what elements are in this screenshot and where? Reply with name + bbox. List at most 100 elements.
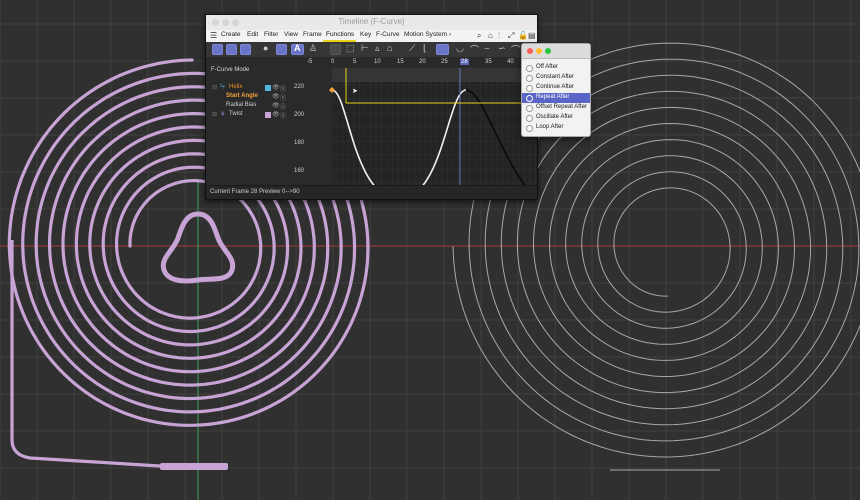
- tree-panel: F-Curve Mode ⊟ ⥲ Helix 👁 ⓢ Start Angle 👁…: [206, 57, 289, 185]
- menu-fcurve[interactable]: F-Curve: [376, 31, 399, 38]
- brush-icon[interactable]: ⌂: [387, 43, 392, 53]
- frame-selected-icon[interactable]: ⬚: [346, 43, 355, 54]
- ruler-tick: 5: [353, 59, 357, 65]
- option-oscillate-after[interactable]: Oscillate After: [522, 113, 590, 123]
- toolbar-timeline-mode-button[interactable]: [226, 44, 237, 55]
- frame-ruler[interactable]: -5 0 5 10 15 20 25 28 35 40: [288, 57, 537, 68]
- visibility-icon[interactable]: 👁: [272, 111, 280, 118]
- value-tick: 200: [294, 112, 305, 118]
- radio-icon: [526, 85, 533, 92]
- visibility-icon[interactable]: 👁: [272, 93, 280, 100]
- layer-color-swatch[interactable]: [265, 85, 271, 91]
- popup-close-button[interactable]: [527, 48, 533, 54]
- key-track: [332, 68, 537, 82]
- menu-frame[interactable]: Frame: [303, 31, 322, 38]
- hamburger-icon[interactable]: ☰: [210, 31, 217, 40]
- zoom-fit-icon[interactable]: ▵: [375, 43, 380, 54]
- toolbar-fcurve-mode-button[interactable]: [240, 44, 251, 55]
- timeline-toolbar: ● A ♙ ⬚ ⊢ ▵ ⌂ ⟋ ⌊ ◡ ⌒ ⌣ ∽ ⌒: [206, 42, 537, 58]
- option-repeat-after[interactable]: Repeat After: [522, 93, 590, 103]
- layout-icon[interactable]: ▤: [528, 31, 536, 40]
- ruler-tick: 15: [397, 59, 404, 65]
- ease-inout-icon[interactable]: ∽: [498, 43, 506, 54]
- radio-icon: [526, 105, 533, 112]
- lock-icon[interactable]: 🔓: [518, 31, 528, 40]
- toolbar-keyframe-mode-button[interactable]: [212, 44, 223, 55]
- solo-icon[interactable]: ⓢ: [280, 84, 286, 93]
- ruler-tick: 25: [441, 59, 448, 65]
- menu-functions[interactable]: Functions: [326, 31, 354, 38]
- popup-minimize-button[interactable]: [536, 48, 542, 54]
- expand-icon[interactable]: ⤢: [508, 31, 514, 41]
- option-off-after[interactable]: Off After: [522, 63, 590, 73]
- status-text: Current Frame 28 Preview 0-->90: [210, 189, 300, 195]
- tree-item-helix[interactable]: Helix: [229, 84, 242, 90]
- fcurve-graph[interactable]: 220 200 180 160 ➤: [288, 68, 537, 185]
- menu-key[interactable]: Key: [360, 31, 371, 38]
- popup-zoom-button[interactable]: [545, 48, 551, 54]
- ruler-tick: 10: [374, 59, 381, 65]
- current-frame-marker[interactable]: 28: [460, 59, 469, 65]
- menu-view[interactable]: View: [284, 31, 298, 38]
- helix-icon: ⥲: [220, 84, 225, 90]
- toolbar-key-button[interactable]: [330, 44, 341, 55]
- timeline-statusbar: Current Frame 28 Preview 0-->90: [206, 185, 537, 199]
- spline-alt-icon[interactable]: ⌒: [511, 43, 520, 56]
- value-tick: 160: [294, 168, 305, 174]
- expand-tree-icon[interactable]: ⊞: [212, 111, 217, 118]
- ruler-tick: 35: [485, 59, 492, 65]
- ruler-tick: 0: [331, 59, 335, 65]
- solo-icon[interactable]: ⓢ: [280, 111, 286, 120]
- solo-icon[interactable]: ⓢ: [280, 102, 286, 111]
- ruler-tick: 20: [419, 59, 426, 65]
- option-offset-repeat-after[interactable]: Offset Repeat After: [522, 103, 590, 113]
- popup-titlebar[interactable]: [522, 44, 590, 59]
- helix-tail: [10, 240, 161, 468]
- snap-icon[interactable]: ⊢: [361, 43, 369, 54]
- radio-selected-icon: [526, 95, 533, 102]
- ruler-tick: 40: [507, 59, 514, 65]
- menu-motion-system[interactable]: Motion System: [404, 31, 447, 38]
- after-behavior-popup[interactable]: Off After Constant After Continue After …: [521, 43, 591, 137]
- solo-icon[interactable]: ⓢ: [280, 93, 286, 102]
- option-continue-after[interactable]: Continue After: [522, 83, 590, 93]
- timeline-window[interactable]: Timeline (F-Curve) ☰ Create Edit Filter …: [205, 14, 538, 200]
- option-loop-after[interactable]: Loop After: [522, 123, 590, 133]
- spline-interp-button[interactable]: [436, 44, 449, 55]
- radio-icon: [526, 75, 533, 82]
- ruler-tick: -5: [307, 59, 313, 65]
- ease-in-icon[interactable]: ⌒: [470, 43, 479, 56]
- ease-interp-icon[interactable]: ◡: [456, 43, 464, 54]
- window-title: Timeline (F-Curve): [338, 17, 405, 26]
- timeline-titlebar[interactable]: Timeline (F-Curve): [206, 15, 537, 31]
- attribute-a-icon: A: [294, 43, 301, 53]
- tree-item-twist[interactable]: Twist: [229, 111, 243, 117]
- menu-overflow[interactable]: ›: [449, 31, 451, 38]
- value-tick: 220: [294, 84, 305, 90]
- menu-create[interactable]: Create: [221, 31, 241, 38]
- twist-icon: ⚘: [220, 112, 226, 118]
- toolbar-sort-button[interactable]: [276, 44, 287, 55]
- layer-color-swatch[interactable]: [265, 112, 271, 118]
- menu-filter[interactable]: Filter: [264, 31, 278, 38]
- step-interp-icon[interactable]: ⌊: [423, 43, 427, 54]
- linear-interp-icon[interactable]: ⟋: [409, 43, 415, 54]
- person-icon[interactable]: ♙: [309, 43, 317, 54]
- radio-icon: [526, 65, 533, 72]
- menu-edit[interactable]: Edit: [247, 31, 258, 38]
- value-tick: 180: [294, 140, 305, 146]
- filter-icon[interactable]: ⫶: [498, 31, 500, 41]
- visibility-icon[interactable]: 👁: [272, 84, 280, 91]
- mode-label: F-Curve Mode: [211, 67, 250, 73]
- collapse-icon[interactable]: ⊟: [212, 84, 217, 91]
- tree-item-start-angle[interactable]: Start Angle: [226, 93, 258, 99]
- home-icon[interactable]: ⌂: [488, 31, 493, 40]
- sphere-icon[interactable]: ●: [263, 43, 268, 53]
- ease-out-icon[interactable]: ⌣: [484, 43, 490, 54]
- mouse-cursor-icon: ➤: [352, 88, 358, 95]
- tree-item-radial-bias[interactable]: Radial Bias: [226, 102, 256, 108]
- option-constant-after[interactable]: Constant After: [522, 73, 590, 83]
- radio-icon: [526, 125, 533, 132]
- search-icon[interactable]: ⌕: [477, 31, 481, 41]
- visibility-icon[interactable]: 👁: [272, 102, 280, 109]
